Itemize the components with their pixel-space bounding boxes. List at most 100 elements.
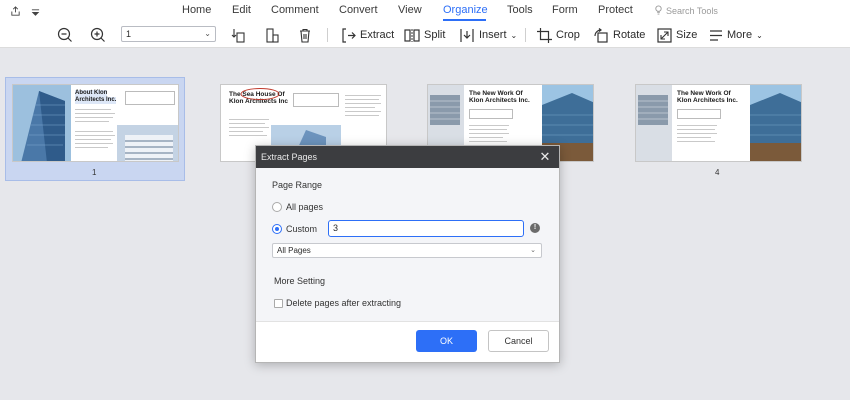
text-line <box>677 137 711 138</box>
more-button[interactable]: More ⌄ <box>709 25 763 45</box>
building-photo-image <box>13 85 71 161</box>
split-icon <box>404 28 420 42</box>
page-subset-select[interactable]: All Pages ⌄ <box>272 243 542 258</box>
dropdown-arrow-icon[interactable] <box>31 4 40 22</box>
crop-icon <box>537 27 552 43</box>
active-tab-indicator <box>443 19 486 21</box>
menu-lines-icon <box>710 29 722 41</box>
text-line <box>345 95 381 96</box>
ok-button[interactable]: OK <box>416 330 477 352</box>
cancel-button[interactable]: Cancel <box>488 330 549 352</box>
page-number-label: 4 <box>715 168 720 177</box>
text-line <box>469 133 509 134</box>
info-table <box>677 109 721 119</box>
info-table <box>293 93 339 107</box>
resize-icon <box>657 27 672 43</box>
extract-label: Extract <box>360 29 395 41</box>
lightbulb-icon <box>654 5 663 17</box>
page-4-title-line2: Klon Architects Inc. <box>677 97 738 104</box>
text-line <box>345 111 381 112</box>
insert-page-before-button[interactable] <box>231 25 246 45</box>
size-button[interactable]: Size <box>657 25 697 45</box>
custom-range-value: 3 <box>333 223 339 233</box>
menu-comment[interactable]: Comment <box>271 4 319 16</box>
organize-toolbar: 1 ⌄ Extract Split Insert ⌄ Crop Rotate S… <box>0 22 850 48</box>
zoom-out-button[interactable] <box>57 25 73 45</box>
text-line <box>75 143 113 144</box>
text-line <box>229 127 269 128</box>
text-line <box>75 131 113 132</box>
zoom-in-icon <box>90 27 105 42</box>
insert-chevron-icon: ⌄ <box>510 30 518 40</box>
info-icon[interactable]: ! <box>530 223 540 233</box>
split-label: Split <box>424 29 446 41</box>
page-1-title-line2: Architects Inc. <box>75 97 117 104</box>
delete-page-button[interactable] <box>298 25 312 45</box>
chevron-down-icon: ⌄ <box>204 29 211 38</box>
text-line <box>469 137 503 138</box>
dialog-footer: OK Cancel <box>256 321 559 362</box>
page-range-heading: Page Range <box>272 180 323 190</box>
page-1-title-line1: About Klon <box>75 90 108 97</box>
close-icon[interactable]: ✕ <box>539 150 551 164</box>
text-line <box>469 129 507 130</box>
insert-button[interactable]: Insert ⌄ <box>459 25 517 45</box>
split-button[interactable]: Split <box>404 25 445 45</box>
extract-icon <box>342 27 356 43</box>
text-line <box>75 117 113 118</box>
more-chevron-icon: ⌄ <box>756 30 763 40</box>
text-line <box>75 121 109 122</box>
toolbar-divider <box>327 28 328 42</box>
delete-after-extract-label[interactable]: Delete pages after extracting <box>286 298 401 308</box>
menu-tools[interactable]: Tools <box>507 4 533 16</box>
chevron-down-icon: ⌄ <box>530 247 536 254</box>
menu-organize[interactable]: Organize <box>443 4 488 16</box>
page-4-title-line1: The New Work Of <box>677 90 731 97</box>
building-photo-image <box>636 85 672 161</box>
zoom-in-button[interactable] <box>90 25 106 45</box>
page-number-value: 1 <box>126 29 132 39</box>
custom-range-input[interactable]: 3 <box>328 220 524 237</box>
size-label: Size <box>676 29 698 41</box>
quick-access <box>10 4 40 22</box>
rotate-button[interactable]: Rotate <box>593 25 645 45</box>
text-line <box>469 125 509 126</box>
rotate-label: Rotate <box>613 29 646 41</box>
toolbar-divider <box>525 28 526 42</box>
text-line <box>345 107 375 108</box>
dialog-titlebar: Extract Pages <box>256 146 559 168</box>
page-number-select[interactable]: 1 ⌄ <box>121 26 216 42</box>
text-line <box>677 133 717 134</box>
menu-home[interactable]: Home <box>182 4 211 16</box>
trash-icon <box>300 28 310 43</box>
insert-icon <box>460 28 474 42</box>
annotation-ellipse-icon <box>240 88 280 100</box>
menu-convert[interactable]: Convert <box>339 4 378 16</box>
menu-form[interactable]: Form <box>552 4 578 16</box>
insert-page-after-button[interactable] <box>265 25 280 45</box>
text-line <box>345 115 379 116</box>
menu-view[interactable]: View <box>398 4 422 16</box>
all-pages-radio[interactable] <box>272 202 282 212</box>
page-thumbnail-1[interactable]: About Klon Architects Inc. <box>12 84 179 162</box>
text-line <box>229 135 267 136</box>
custom-radio[interactable] <box>272 224 282 234</box>
building-photo-image <box>750 85 801 161</box>
custom-label[interactable]: Custom <box>286 224 317 234</box>
share-icon[interactable] <box>10 4 21 22</box>
text-line <box>677 125 717 126</box>
all-pages-label[interactable]: All pages <box>286 202 323 212</box>
text-line <box>75 113 115 114</box>
page-thumbnail-4[interactable]: The New Work Of Klon Architects Inc. <box>635 84 802 162</box>
menu-edit[interactable]: Edit <box>232 4 251 16</box>
search-tools[interactable]: Search Tools <box>654 5 718 17</box>
insert-label: Insert <box>479 29 507 41</box>
text-line <box>469 141 507 142</box>
extract-button[interactable]: Extract <box>341 25 394 45</box>
rotate-icon <box>594 27 608 43</box>
crop-button[interactable]: Crop <box>537 25 580 45</box>
extract-pages-dialog: Extract Pages ✕ Page Range All pages Cus… <box>255 145 560 363</box>
info-table <box>469 109 513 119</box>
menu-protect[interactable]: Protect <box>598 4 633 16</box>
delete-after-extract-checkbox[interactable] <box>274 299 283 308</box>
